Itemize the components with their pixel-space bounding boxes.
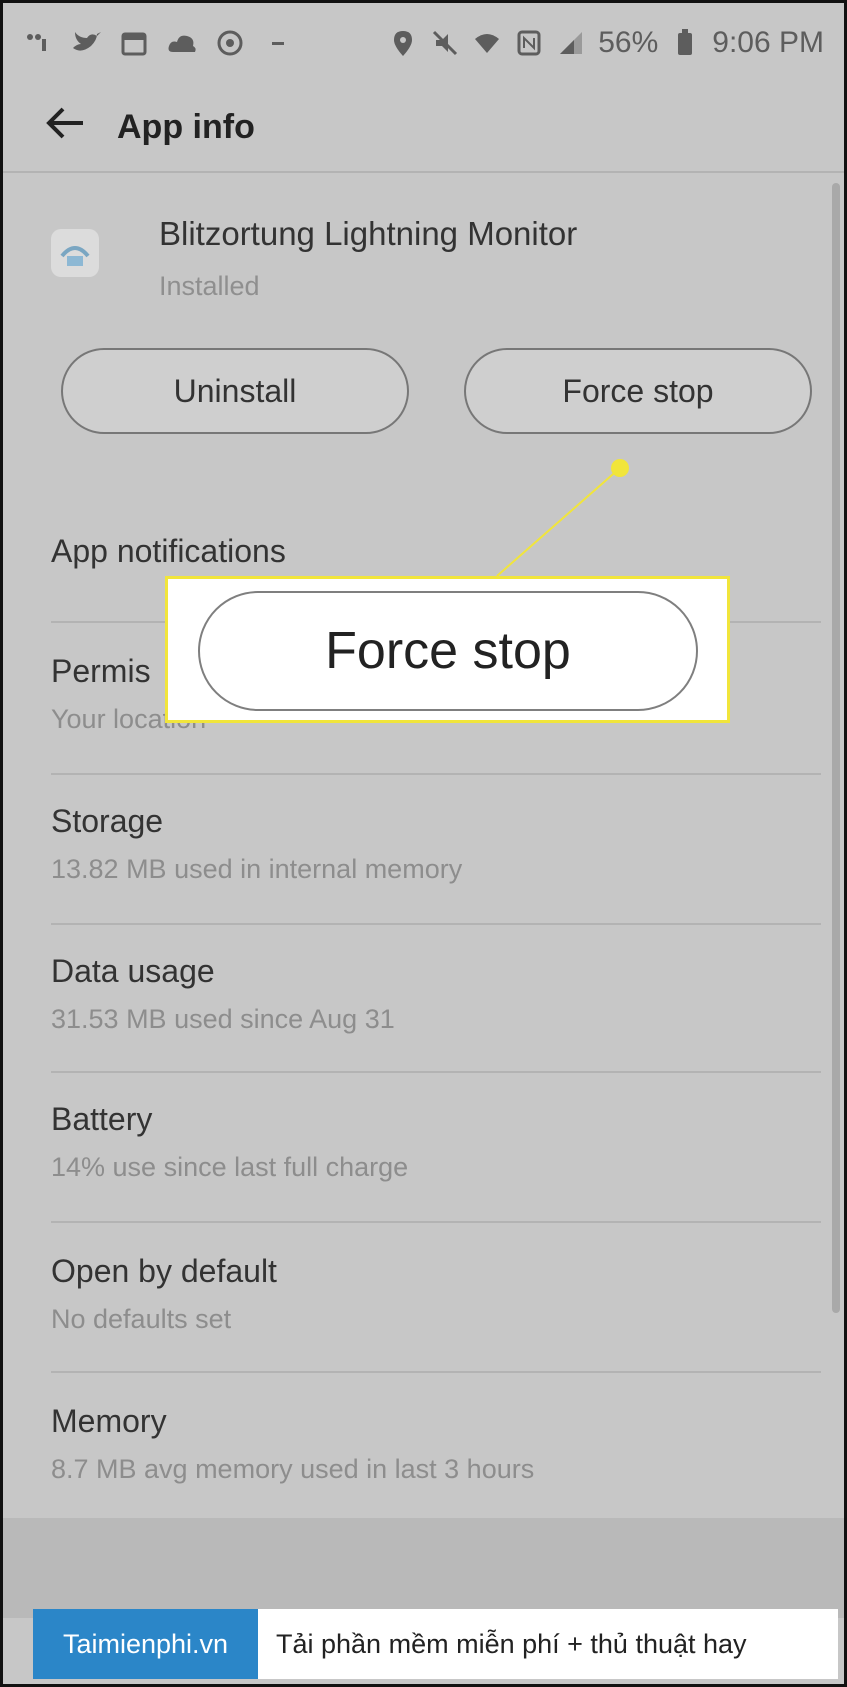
scrollbar[interactable] — [832, 183, 840, 1313]
page-title: App info — [117, 107, 255, 146]
divider — [51, 1071, 821, 1073]
watermark-brand: Taimienphi.vn — [33, 1609, 258, 1679]
callout-force-stop-label: Force stop — [198, 591, 698, 711]
list-item-subtitle: 8.7 MB avg memory used in last 3 hours — [51, 1454, 535, 1484]
bottom-shade — [3, 1518, 844, 1618]
app-bar: App info — [3, 83, 844, 173]
list-item-subtitle: 13.82 MB used in internal memory — [51, 854, 463, 884]
wifi-icon — [472, 28, 502, 58]
target-icon — [215, 28, 245, 58]
watermark-tagline: Tải phần mềm miễn phí + thủ thuật hay — [258, 1609, 838, 1679]
battery-item[interactable]: Battery 14% use since last full charge — [51, 1101, 821, 1183]
app-notifications-item[interactable]: App notifications — [51, 533, 821, 570]
list-item-subtitle: 31.53 MB used since Aug 31 — [51, 1004, 395, 1034]
list-item-subtitle: 14% use since last full charge — [51, 1152, 409, 1182]
cell-signal-icon — [556, 28, 586, 58]
memory-item[interactable]: Memory 8.7 MB avg memory used in last 3 … — [51, 1403, 821, 1485]
app-icon — [51, 229, 99, 277]
nfc-icon — [514, 28, 544, 58]
force-stop-button[interactable]: Force stop — [464, 348, 812, 434]
divider — [51, 1371, 821, 1373]
divider — [51, 773, 821, 775]
location-pin-icon — [388, 28, 418, 58]
phone-screen: 56% 9:06 PM App info Blitzortung Lightni… — [0, 0, 847, 1687]
watermark-banner: Taimienphi.vn Tải phần mềm miễn phí + th… — [33, 1609, 838, 1679]
uninstall-button[interactable]: Uninstall — [61, 348, 409, 434]
battery-percent: 56% — [598, 26, 659, 59]
mute-icon — [430, 28, 460, 58]
divider — [51, 1221, 821, 1223]
calendar-icon — [119, 28, 149, 58]
callout-anchor-dot — [611, 459, 629, 477]
status-bar: 56% 9:06 PM — [3, 3, 844, 83]
list-item-title: Battery — [51, 1101, 153, 1137]
battery-icon — [670, 28, 700, 58]
app-install-status: Installed — [159, 271, 260, 301]
force-stop-callout: Force stop — [165, 576, 730, 723]
divider — [51, 923, 821, 925]
back-arrow-icon[interactable] — [43, 102, 103, 152]
signal-dots-icon — [23, 28, 53, 58]
twitter-icon — [71, 28, 101, 58]
storage-item[interactable]: Storage 13.82 MB used in internal memory — [51, 803, 821, 885]
list-item-title: Storage — [51, 803, 164, 839]
cloud-icon — [167, 28, 197, 58]
dash-icon — [263, 28, 293, 58]
app-name: Blitzortung Lightning Monitor — [159, 215, 578, 252]
data-usage-item[interactable]: Data usage 31.53 MB used since Aug 31 — [51, 953, 821, 1035]
list-item-title: Memory — [51, 1403, 167, 1439]
open-by-default-item[interactable]: Open by default No defaults set — [51, 1253, 821, 1335]
app-summary: Blitzortung Lightning Monitor Installed — [51, 215, 577, 302]
list-item-title: Data usage — [51, 953, 215, 989]
list-item-title: App notifications — [51, 533, 286, 569]
list-item-subtitle: No defaults set — [51, 1304, 232, 1334]
clock: 9:06 PM — [712, 26, 824, 59]
list-item-title: Open by default — [51, 1253, 277, 1289]
